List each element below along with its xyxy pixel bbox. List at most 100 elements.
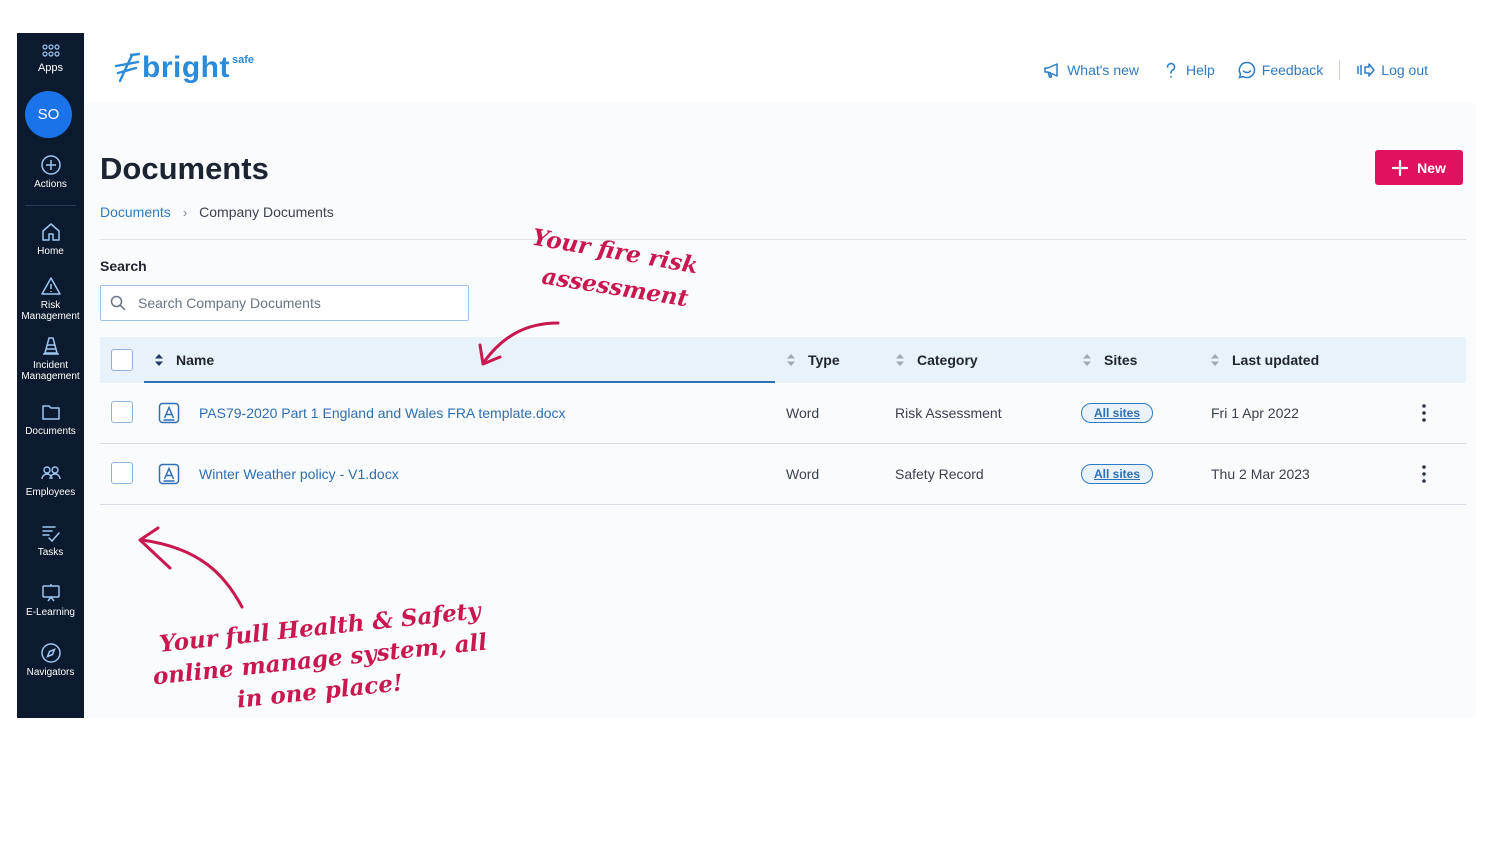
column-label: Name (176, 352, 215, 368)
whats-new-label: What's new (1067, 62, 1139, 78)
header-separator (1339, 60, 1341, 80)
annotation-health-safety: Your full Health & Safety online manage … (150, 597, 490, 713)
sidebar-item-tasks[interactable]: Tasks (17, 522, 84, 558)
plus-circle-icon (40, 155, 61, 175)
table-row: PAS79-2020 Part 1 England and Wales FRA … (100, 383, 1466, 444)
select-all-checkbox[interactable] (111, 349, 133, 371)
plus-icon (1392, 159, 1409, 176)
table-row: Winter Weather policy - V1.docx Word Saf… (100, 444, 1466, 505)
row-checkbox[interactable] (111, 401, 133, 423)
people-icon (40, 466, 61, 480)
column-label: Sites (1104, 352, 1138, 368)
sites-badge[interactable]: All sites (1081, 464, 1153, 484)
sidebar-item-documents[interactable]: Documents (17, 401, 84, 437)
cone-icon (42, 337, 59, 355)
sort-icon (787, 354, 795, 366)
spark-logo-icon (114, 52, 141, 83)
sidebar-item-navigators[interactable]: Navigators (17, 642, 84, 678)
sidebar-item-label: Incident Management (21, 360, 80, 382)
column-label: Category (917, 352, 978, 368)
document-type: Word (786, 405, 820, 421)
sort-icon (1211, 354, 1219, 366)
new-document-button[interactable]: New (1375, 150, 1463, 185)
presentation-icon (41, 584, 60, 602)
brightsafe-logo[interactable]: bright safe (112, 51, 254, 85)
document-name-link[interactable]: PAS79-2020 Part 1 England and Wales FRA … (199, 405, 566, 421)
sidebar-item-risk-management[interactable]: Risk Management (17, 275, 84, 322)
sidebar-item-label: Home (37, 246, 64, 257)
column-header-last-updated[interactable]: Last updated (1210, 337, 1319, 383)
whats-new-link[interactable]: What's new (1042, 60, 1139, 80)
sidebar-item-label: Tasks (37, 547, 64, 558)
chat-bubble-icon (1238, 61, 1255, 79)
more-options-icon[interactable] (1418, 402, 1430, 424)
table-header: Name Type Category Sites Last updated (100, 337, 1466, 383)
sidebar-item-label: Actions (34, 179, 67, 190)
sidebar-item-actions[interactable]: Actions (17, 154, 84, 190)
document-category: Risk Assessment (895, 405, 1002, 421)
search-field (100, 285, 469, 321)
word-document-icon (158, 463, 180, 485)
apps-grid-icon (41, 44, 60, 57)
search-label: Search (100, 258, 147, 274)
tasks-icon (41, 526, 60, 543)
sidebar-item-label: Navigators (26, 667, 75, 678)
column-header-name[interactable]: Name (154, 337, 214, 383)
logo-wordmark: bright (142, 51, 230, 84)
header-links: What's new Help Feedback Log out (1020, 60, 1428, 80)
help-label: Help (1186, 62, 1215, 78)
divider (100, 239, 1466, 240)
search-input[interactable] (138, 295, 458, 311)
sort-icon (896, 354, 904, 366)
sidebar-item-label: Risk Management (21, 300, 80, 322)
last-updated: Thu 2 Mar 2023 (1211, 466, 1310, 482)
sidebar: Apps SO Actions Home Risk Management Inc… (17, 33, 84, 718)
column-header-category[interactable]: Category (895, 337, 978, 383)
column-header-type[interactable]: Type (786, 337, 840, 383)
annotation-arrow-icon (478, 321, 560, 366)
sidebar-item-incident-management[interactable]: Incident Management (17, 335, 84, 382)
sidebar-item-label: E-Learning (26, 607, 75, 618)
document-name-link[interactable]: Winter Weather policy - V1.docx (199, 466, 399, 482)
avatar[interactable]: SO (25, 91, 72, 138)
folder-icon (41, 405, 60, 420)
last-updated: Fri 1 Apr 2022 (1211, 405, 1299, 421)
breadcrumb-documents-link[interactable]: Documents (100, 204, 171, 220)
column-label: Type (808, 352, 840, 368)
sidebar-item-home[interactable]: Home (17, 221, 84, 257)
breadcrumb: Documents › Company Documents (100, 204, 334, 220)
row-checkbox[interactable] (111, 462, 133, 484)
logo-superscript: safe (231, 54, 255, 66)
feedback-link[interactable]: Feedback (1237, 60, 1323, 80)
document-type: Word (786, 466, 820, 482)
annotation-fire-risk: Your fire risk assessment (525, 224, 705, 313)
search-icon (110, 295, 126, 311)
sidebar-item-label: Employees (25, 487, 76, 498)
question-mark-icon (1166, 62, 1176, 78)
sort-icon (155, 354, 163, 366)
feedback-label: Feedback (1261, 62, 1324, 78)
sidebar-item-label: Documents (25, 426, 76, 437)
sidebar-item-employees[interactable]: Employees (17, 462, 84, 498)
sites-badge[interactable]: All sites (1081, 403, 1153, 423)
logout-link[interactable]: Log out (1356, 60, 1428, 80)
warning-triangle-icon (40, 277, 61, 295)
megaphone-icon (1044, 63, 1058, 78)
home-icon (41, 223, 60, 241)
page-title: Documents (100, 151, 269, 186)
sidebar-item-apps[interactable]: Apps (17, 41, 84, 74)
help-link[interactable]: Help (1161, 60, 1215, 80)
logout-label: Log out (1381, 62, 1428, 78)
column-label: Last updated (1232, 352, 1320, 368)
new-button-label: New (1417, 159, 1446, 176)
chevron-right-icon: › (182, 204, 188, 220)
word-document-icon (158, 402, 180, 424)
sort-icon (1083, 354, 1091, 366)
more-options-icon[interactable] (1418, 463, 1430, 485)
sidebar-item-e-learning[interactable]: E-Learning (17, 582, 84, 618)
top-bar: bright safe What's new Help Feedback Log… (84, 33, 1476, 103)
column-header-sites[interactable]: Sites (1082, 337, 1137, 383)
annotation-arrow-icon (138, 526, 244, 609)
breadcrumb-current: Company Documents (199, 204, 334, 220)
document-category: Safety Record (895, 466, 984, 482)
